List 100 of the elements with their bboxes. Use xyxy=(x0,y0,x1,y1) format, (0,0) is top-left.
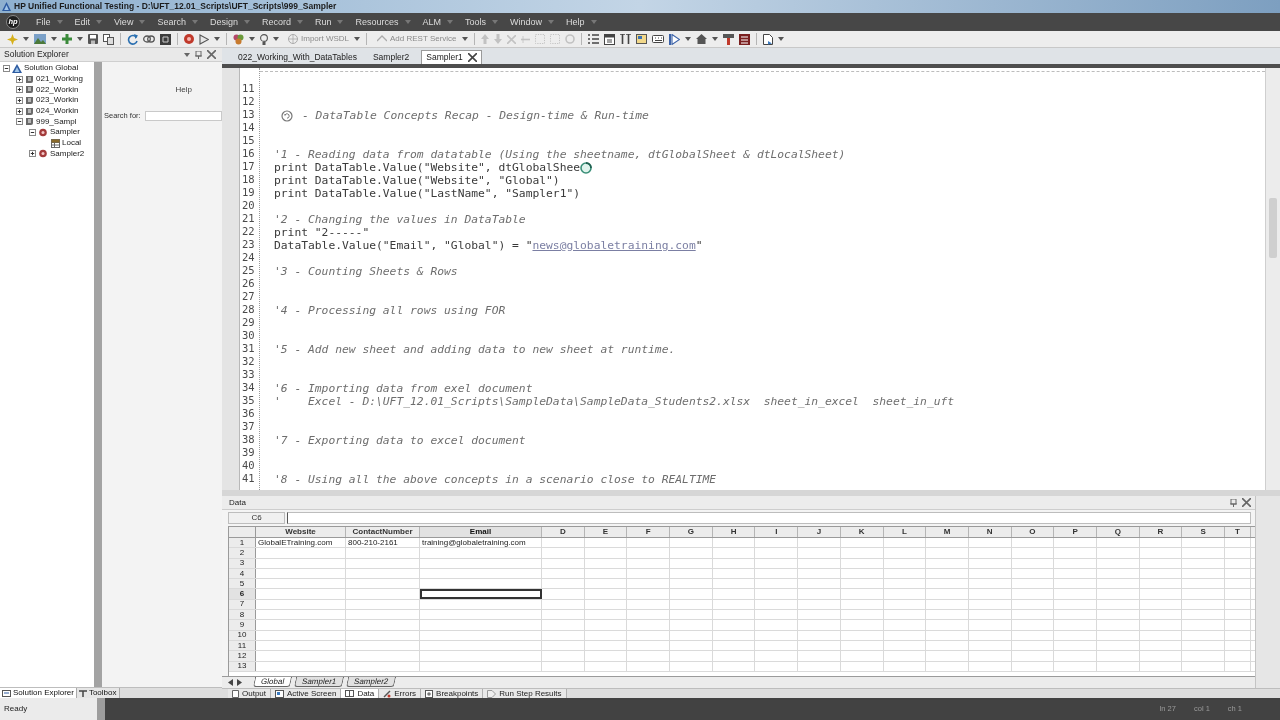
column-header[interactable]: T xyxy=(1225,527,1251,537)
name-box[interactable]: C6 xyxy=(228,512,285,524)
copy-icon[interactable] xyxy=(103,33,114,45)
collapse-icon[interactable] xyxy=(3,64,10,72)
row-header[interactable]: 9 xyxy=(229,620,256,630)
row-header[interactable]: 10 xyxy=(229,630,256,640)
column-header[interactable]: L xyxy=(883,527,927,537)
menu-item[interactable]: Record xyxy=(261,17,303,27)
caret-icon[interactable] xyxy=(184,52,190,57)
column-header[interactable]: Email xyxy=(420,527,542,537)
row-header[interactable]: 12 xyxy=(229,651,256,661)
menu-item[interactable]: Window xyxy=(510,17,555,27)
sheet-tab[interactable]: Sampler1 xyxy=(294,677,345,687)
caret-icon[interactable] xyxy=(23,37,29,41)
close-icon[interactable] xyxy=(207,50,216,59)
document-tab[interactable]: Sampler2 xyxy=(368,50,414,64)
tree-item[interactable]: 022_Workin xyxy=(36,85,79,94)
square-icon[interactable] xyxy=(160,33,171,45)
caret-icon[interactable] xyxy=(777,37,784,41)
search-field[interactable] xyxy=(144,111,222,121)
link-icon[interactable] xyxy=(143,35,155,43)
tree-item[interactable]: Solution Global xyxy=(24,64,79,73)
panel-icon[interactable] xyxy=(635,34,647,44)
row-header[interactable]: 11 xyxy=(229,640,256,651)
text-icon[interactable] xyxy=(619,34,631,44)
menu-item[interactable]: File xyxy=(36,17,63,27)
menu-item[interactable]: View xyxy=(114,17,146,27)
selected-cell[interactable] xyxy=(420,589,542,599)
row-header[interactable]: 3 xyxy=(229,558,256,568)
tree-item[interactable]: 024_Workin xyxy=(36,107,79,116)
close-icon[interactable] xyxy=(1242,498,1251,507)
scrollbar[interactable] xyxy=(1265,68,1280,490)
tree-item[interactable]: Local xyxy=(62,139,82,148)
tree-item[interactable]: 023_Workin xyxy=(36,96,79,105)
expand-icon[interactable] xyxy=(16,75,23,83)
column-header[interactable]: D xyxy=(542,527,585,537)
row-header[interactable]: 1 xyxy=(229,538,256,548)
caret-icon[interactable] xyxy=(51,37,57,41)
caret-icon[interactable] xyxy=(77,37,83,41)
row-header[interactable]: 7 xyxy=(229,599,256,610)
row-header[interactable]: 8 xyxy=(229,610,256,620)
dotted-square-icon[interactable] xyxy=(549,34,560,44)
step-play-icon[interactable] xyxy=(668,33,680,45)
caret-icon[interactable] xyxy=(354,37,360,41)
menu-item[interactable]: Help xyxy=(175,86,192,94)
email-link[interactable]: news@globaletraining.com xyxy=(532,239,696,252)
column-header[interactable]: K xyxy=(840,527,884,537)
column-header[interactable]: P xyxy=(1054,527,1097,537)
menu-item[interactable]: Edit xyxy=(74,17,103,27)
plus-icon[interactable] xyxy=(62,34,72,44)
keyboard-icon[interactable] xyxy=(651,35,664,43)
caret-icon[interactable] xyxy=(684,37,691,41)
tree-item[interactable]: 999_Sampl xyxy=(36,117,77,126)
column-header[interactable]: O xyxy=(1011,527,1055,537)
left-arrow-icon[interactable] xyxy=(228,679,233,686)
caret-icon[interactable] xyxy=(273,37,279,41)
collapse-icon[interactable] xyxy=(29,128,36,136)
menu-item[interactable]: Search xyxy=(157,17,198,27)
column-header[interactable]: I xyxy=(755,527,799,537)
column-header[interactable]: Website xyxy=(256,527,346,537)
play-icon[interactable] xyxy=(199,33,209,45)
formula-field[interactable] xyxy=(287,512,1251,524)
caret-icon[interactable] xyxy=(249,37,255,41)
row-header[interactable]: 2 xyxy=(229,548,256,558)
window-icon[interactable] xyxy=(603,33,615,45)
column-header[interactable]: E xyxy=(584,527,628,537)
menu-item[interactable]: ALM xyxy=(422,17,453,27)
circles-icon[interactable] xyxy=(233,33,244,45)
sheet-tab[interactable]: Global xyxy=(252,677,293,687)
menu-item[interactable]: Tools xyxy=(465,17,499,27)
tree-item[interactable]: Sampler xyxy=(50,128,80,137)
caret-icon[interactable] xyxy=(214,37,220,41)
document-tab[interactable]: Sampler1 xyxy=(421,50,482,64)
column-header[interactable]: J xyxy=(798,527,841,537)
pin-icon[interactable] xyxy=(195,50,202,59)
striped-square-icon[interactable] xyxy=(738,33,750,45)
list-icon[interactable] xyxy=(587,34,599,44)
caret-icon[interactable] xyxy=(711,37,718,41)
caret-icon[interactable] xyxy=(461,37,468,41)
expand-icon[interactable] xyxy=(29,150,36,158)
sheet-tab[interactable]: Sampler2 xyxy=(346,677,397,687)
row-header[interactable]: 13 xyxy=(229,661,256,671)
dotted-square-icon[interactable] xyxy=(534,34,545,44)
expand-icon[interactable] xyxy=(16,86,23,94)
row-header[interactable]: 5 xyxy=(229,579,256,589)
row-header[interactable]: 6 xyxy=(229,589,256,599)
collapse-icon[interactable] xyxy=(16,118,23,126)
column-header[interactable]: S xyxy=(1182,527,1225,537)
t-shape-icon[interactable] xyxy=(722,33,734,45)
tree-item[interactable]: 021_Working xyxy=(36,75,83,84)
right-arrow-icon[interactable] xyxy=(237,679,242,686)
column-header[interactable]: Q xyxy=(1096,527,1140,537)
row-header[interactable]: 4 xyxy=(229,568,256,579)
menu-item[interactable]: Help xyxy=(566,17,597,27)
column-header[interactable]: G xyxy=(670,527,713,537)
column-header[interactable]: F xyxy=(627,527,671,537)
save-icon[interactable] xyxy=(88,34,98,44)
tree-item[interactable]: Sampler2 xyxy=(50,149,85,158)
expand-icon[interactable] xyxy=(16,107,23,115)
pin-icon[interactable] xyxy=(1230,498,1237,507)
